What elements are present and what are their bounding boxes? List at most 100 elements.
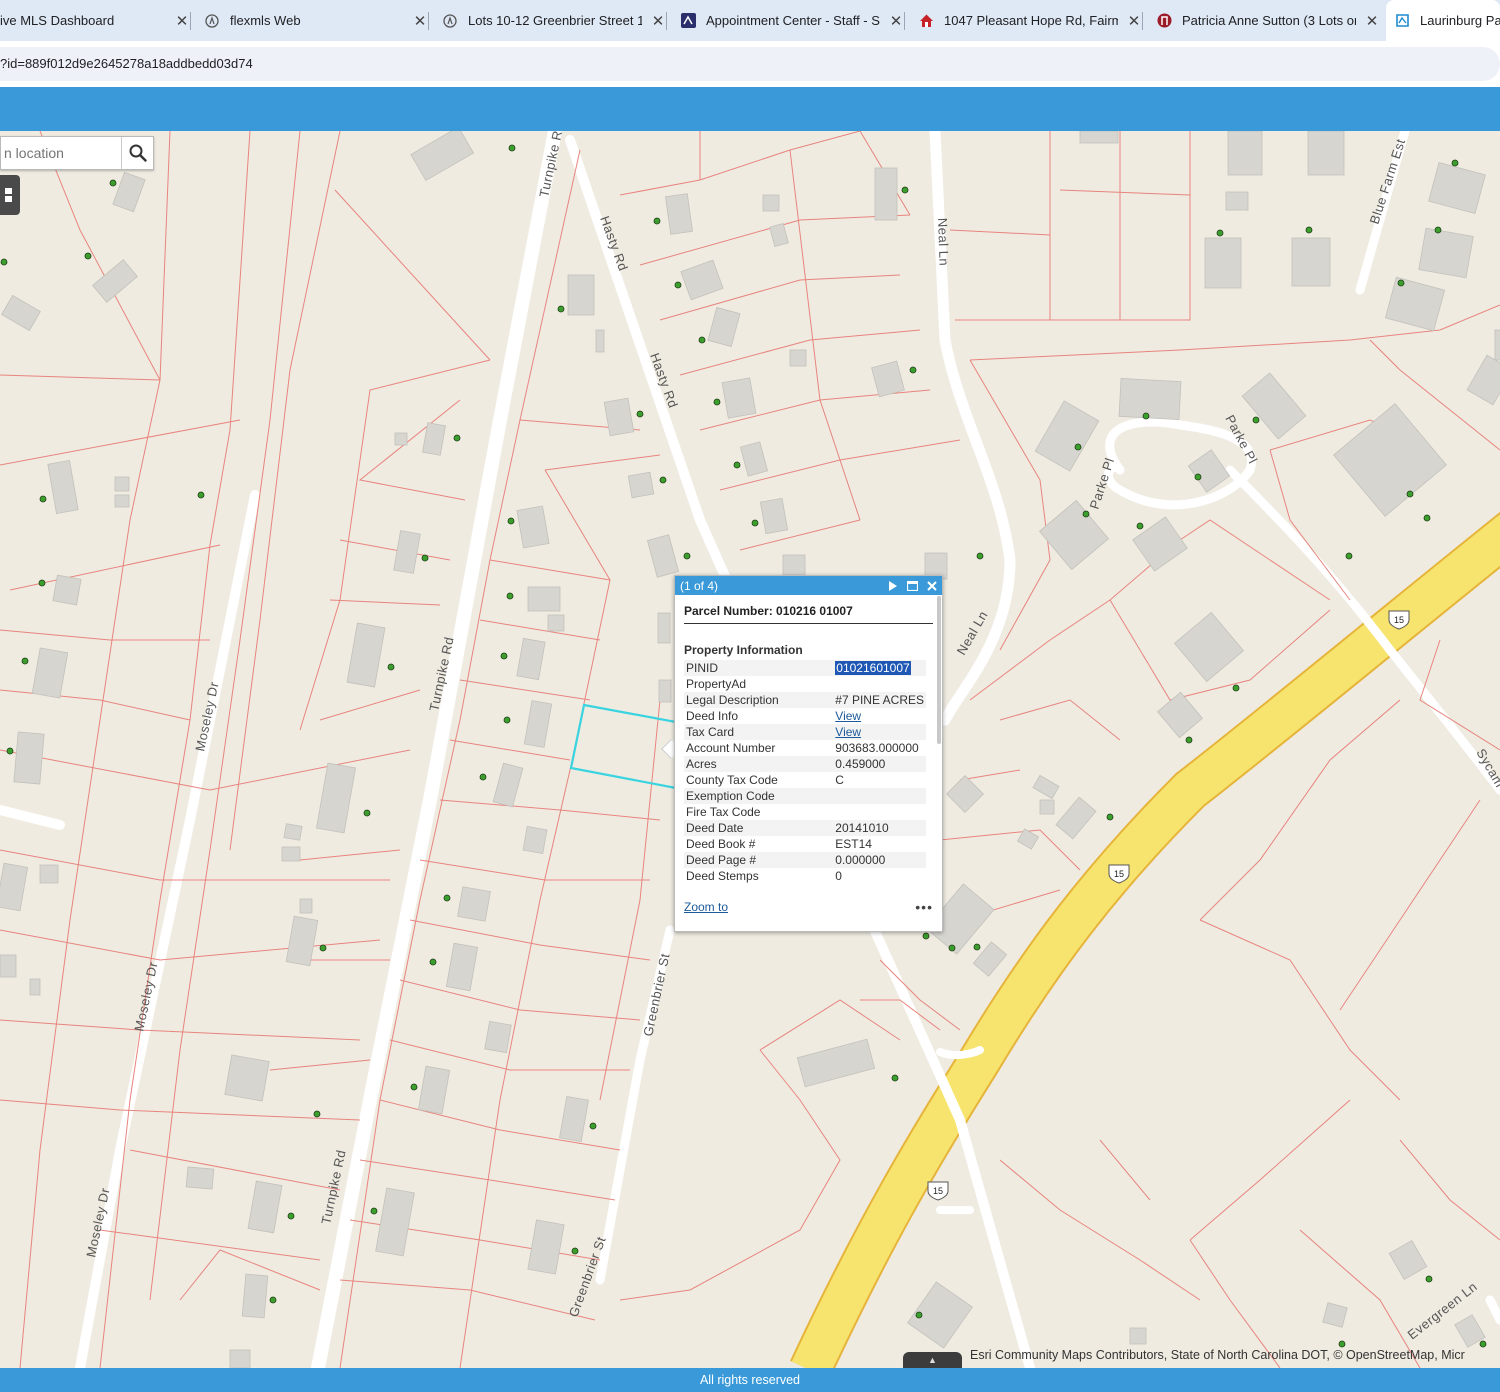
- next-feature-button[interactable]: [882, 576, 902, 595]
- flexmls-icon: [442, 13, 458, 29]
- deed-info-link[interactable]: View: [833, 708, 926, 724]
- browser-tab-appointment-center[interactable]: Appointment Center - Staff - Sh ✕: [680, 0, 905, 41]
- attribute-row: Deed Stemps 0: [684, 868, 926, 884]
- popup-body: Parcel Number: 010216 01007 Property Inf…: [675, 595, 942, 932]
- attribute-label: PropertyAd: [686, 677, 747, 691]
- house-icon: [918, 13, 934, 29]
- more-actions-button[interactable]: •••: [915, 899, 933, 915]
- attribute-label: Deed Book #: [686, 837, 756, 851]
- address-bar: ?id=889f012d9e2645278a18addbedd03d74: [0, 41, 1500, 87]
- attribute-row: Account Number 903683.000000: [684, 740, 926, 756]
- attribute-row: Acres 0.459000: [684, 756, 926, 772]
- map-attribution: Esri Community Maps Contributors, State …: [970, 1348, 1465, 1362]
- maximize-button[interactable]: [902, 576, 922, 595]
- tab-close-icon[interactable]: ✕: [1364, 12, 1380, 30]
- browser-tab-patricia-sutton[interactable]: Patricia Anne Sutton (3 Lots on ✕: [1156, 0, 1380, 41]
- attribute-value: 0.459000: [833, 756, 926, 772]
- search-icon: [129, 144, 147, 162]
- search-input[interactable]: [1, 137, 121, 169]
- attribute-label: PINID: [684, 660, 834, 676]
- map-view[interactable]: 15 15 15 Turnpike Rd Turnpike Rd Turnpik…: [0, 131, 1500, 1368]
- attribute-label: Acres: [684, 756, 834, 772]
- app-footer: All rights reserved: [0, 1368, 1500, 1392]
- attribute-table: PINID 01021601007 PropertyAd Legal Descri…: [684, 660, 926, 884]
- route-shield-number: 15: [1394, 615, 1404, 625]
- attribute-value: #7 PINE ACRES: [833, 692, 926, 708]
- attribute-label: Deed Stemps: [686, 869, 759, 883]
- attribute-value[interactable]: 01021601007: [833, 660, 926, 676]
- attribute-value: 0: [835, 869, 842, 883]
- popup-scrollbar[interactable]: [937, 596, 941, 744]
- map-search: [0, 136, 154, 170]
- attribute-row: Legal Description #7 PINE ACRES: [684, 692, 926, 708]
- attribute-value: 20141010: [833, 820, 926, 836]
- close-icon: [927, 580, 937, 591]
- tab-title: Patricia Anne Sutton (3 Lots on: [1182, 13, 1356, 28]
- attribute-label: Exemption Code: [684, 788, 834, 804]
- popup-feature-count: (1 of 4): [680, 578, 719, 593]
- attribute-row: Fire Tax Code: [684, 804, 926, 820]
- popup-heading: Parcel Number: 010216 01007: [684, 604, 933, 624]
- attribute-value: 0.000000: [833, 852, 926, 868]
- attribute-row: PINID 01021601007: [684, 660, 926, 676]
- arcgis-icon: [1394, 13, 1410, 29]
- browser-tab-pleasant-hope[interactable]: 1047 Pleasant Hope Rd, Fairmo ✕: [918, 0, 1143, 41]
- close-popup-button[interactable]: [922, 576, 942, 595]
- tab-title: 1047 Pleasant Hope Rd, Fairmo: [944, 13, 1118, 28]
- browser-tab-mls-dashboard[interactable]: ive MLS Dashboard ✕: [0, 0, 191, 41]
- pinid-value[interactable]: 01021601007: [835, 661, 911, 675]
- tab-close-icon[interactable]: ✕: [412, 12, 428, 30]
- attribute-value: EST14: [835, 837, 872, 851]
- attribute-label: Account Number: [686, 741, 776, 755]
- tab-close-icon[interactable]: ✕: [888, 12, 904, 30]
- attribute-value: [833, 788, 926, 804]
- attribute-value: [833, 804, 926, 820]
- tab-title: Appointment Center - Staff - Sh: [706, 13, 880, 28]
- attribute-label: Deed Date: [684, 820, 834, 836]
- attribute-row: Deed Book # EST14: [684, 836, 926, 852]
- browser-tab-flexmls[interactable]: flexmls Web ✕: [204, 0, 429, 41]
- attribute-row: Tax Card View: [684, 724, 926, 740]
- url-field[interactable]: ?id=889f012d9e2645278a18addbedd03d74: [0, 47, 1500, 81]
- tab-close-icon[interactable]: ✕: [174, 12, 190, 30]
- tax-card-link[interactable]: View: [833, 724, 926, 740]
- attribute-value: C: [835, 773, 844, 787]
- flexmls-icon: [204, 13, 220, 29]
- attribute-row: PropertyAd: [684, 676, 926, 692]
- route-shield-number: 15: [933, 1186, 943, 1196]
- attribute-label: Deed Info: [686, 709, 739, 723]
- parcel-popup: (1 of 4) Parcel Number: 010216 01007 Pro…: [674, 575, 943, 932]
- url-text: ?id=889f012d9e2645278a18addbedd03d74: [0, 56, 253, 71]
- browser-tab-laurinburg-parcels[interactable]: Laurinburg Parc: [1386, 0, 1500, 41]
- attribute-label: Deed Page #: [684, 852, 834, 868]
- route-shield-number: 15: [1114, 869, 1124, 879]
- road-label: Neal Ln: [935, 218, 952, 267]
- tab-title: Lots 10-12 Greenbrier Street 10: [468, 13, 642, 28]
- attribute-label: County Tax Code: [686, 773, 778, 787]
- attribute-row: Deed Date 20141010: [684, 820, 926, 836]
- tab-close-icon[interactable]: ✕: [1126, 12, 1142, 30]
- play-icon: [888, 580, 897, 591]
- maximize-icon: [906, 580, 918, 591]
- listing-icon: [1156, 13, 1172, 29]
- search-button[interactable]: [121, 137, 153, 169]
- attribute-label: Tax Card: [684, 724, 834, 740]
- tab-title: ive MLS Dashboard: [0, 13, 115, 28]
- zoom-to-link[interactable]: Zoom to: [684, 900, 728, 914]
- layer-list-button[interactable]: [0, 175, 20, 215]
- attribute-label: Fire Tax Code: [686, 805, 761, 819]
- attribute-row: County Tax Code C: [684, 772, 926, 788]
- browser-tab-lots-greenbrier[interactable]: Lots 10-12 Greenbrier Street 10 ✕: [442, 0, 667, 41]
- attribute-row: Deed Page #0.000000: [684, 852, 926, 868]
- popup-section-title: Property Information: [684, 643, 803, 657]
- collapse-panel-button[interactable]: ▲: [903, 1352, 962, 1368]
- tab-close-icon[interactable]: ✕: [650, 12, 666, 30]
- attribute-value: 903683.000000: [835, 741, 919, 755]
- grid-icon: [5, 188, 12, 202]
- attribute-row: Deed Info View: [684, 708, 926, 724]
- attribute-row: Exemption Code: [684, 788, 926, 804]
- browser-tab-bar: ive MLS Dashboard ✕ flexmls Web ✕ Lots 1…: [0, 0, 1500, 41]
- attribute-label: Legal Description: [684, 692, 834, 708]
- popup-footer: Zoom to •••: [684, 899, 933, 915]
- tab-title: Laurinburg Parc: [1420, 13, 1500, 28]
